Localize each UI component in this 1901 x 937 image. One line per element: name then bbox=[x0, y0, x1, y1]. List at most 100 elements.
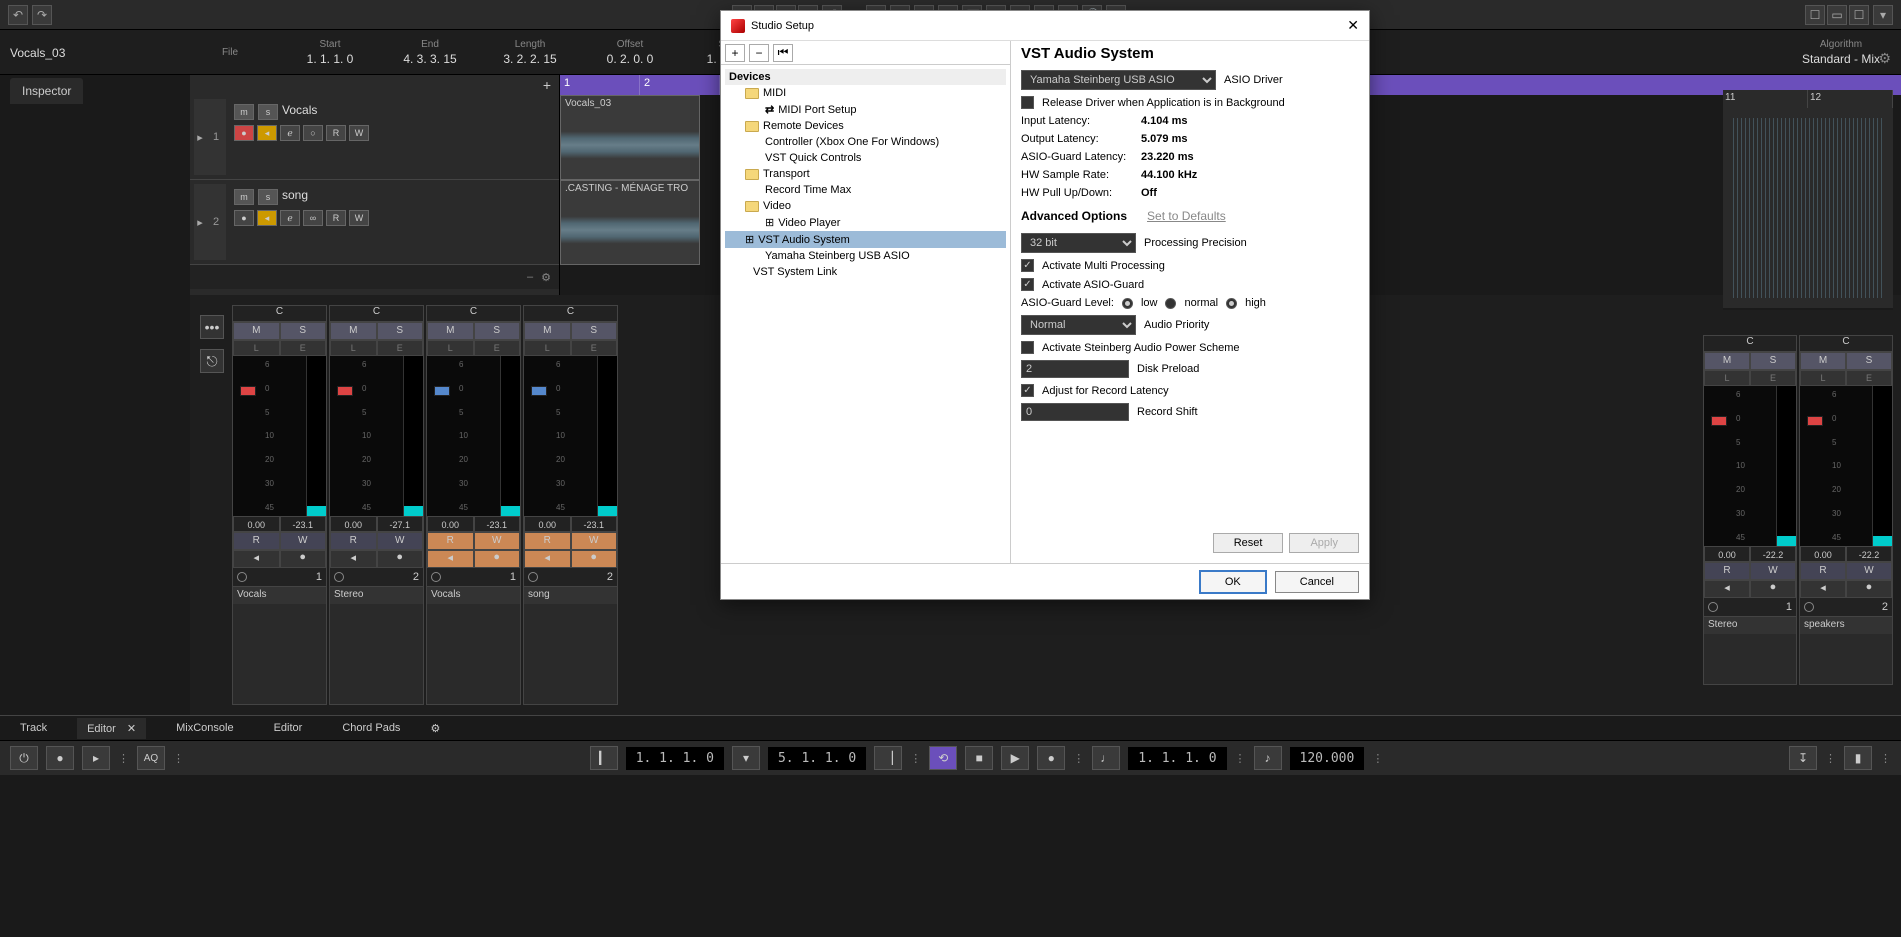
solo-button[interactable]: S bbox=[280, 322, 327, 340]
channel-output[interactable]: 1 bbox=[1704, 598, 1796, 616]
metronome-icon[interactable]: ▸ bbox=[82, 746, 110, 770]
multi-processing-checkbox[interactable]: ✓ bbox=[1021, 259, 1034, 272]
mute-button[interactable]: M bbox=[233, 322, 280, 340]
solo-button[interactable]: s bbox=[258, 104, 278, 120]
write-button[interactable]: W bbox=[1846, 562, 1892, 580]
left-locator-display[interactable]: 1. 1. 1. 0 bbox=[626, 747, 724, 770]
record-button[interactable]: ● bbox=[1750, 580, 1796, 598]
pan-display[interactable]: C bbox=[1800, 336, 1892, 352]
undo-icon[interactable]: ↶ bbox=[8, 5, 28, 25]
listen-button[interactable]: L bbox=[1800, 370, 1846, 386]
peak-value[interactable]: -23.1 bbox=[280, 516, 327, 532]
add-device-icon[interactable]: + bbox=[725, 44, 745, 62]
click-icon[interactable]: ♪ bbox=[1254, 746, 1282, 770]
freeze-button[interactable]: ∞ bbox=[303, 210, 323, 226]
write-button[interactable]: W bbox=[349, 210, 369, 226]
record-button[interactable]: ● bbox=[280, 550, 327, 568]
tree-item-midi[interactable]: MIDI bbox=[725, 85, 1006, 101]
cancel-button[interactable]: Cancel bbox=[1275, 571, 1359, 593]
mute-button[interactable]: M bbox=[427, 322, 474, 340]
solo-button[interactable]: S bbox=[474, 322, 521, 340]
edit-button[interactable]: E bbox=[280, 340, 327, 356]
meter-icon[interactable]: ▮ bbox=[1844, 746, 1872, 770]
ok-button[interactable]: OK bbox=[1199, 570, 1267, 594]
stop-button[interactable]: ■ bbox=[965, 746, 993, 770]
pan-display[interactable]: C bbox=[427, 306, 520, 322]
fader-track[interactable] bbox=[427, 356, 457, 516]
tab-chordpads[interactable]: Chord Pads bbox=[332, 718, 410, 738]
fader-handle[interactable] bbox=[434, 386, 450, 396]
fader-track[interactable] bbox=[330, 356, 360, 516]
edit-button[interactable]: ℯ bbox=[280, 125, 300, 141]
record-shift-input[interactable] bbox=[1021, 403, 1129, 421]
monitor-button[interactable]: ◂ bbox=[257, 210, 277, 226]
write-button[interactable]: W bbox=[474, 532, 521, 550]
track-row[interactable]: ▸ 1 m s Vocals ● ◂ ℯ ○ R bbox=[190, 95, 559, 180]
tree-item-transport[interactable]: Transport bbox=[725, 166, 1006, 182]
tree-item-video[interactable]: Video bbox=[725, 198, 1006, 214]
aq-button[interactable]: AQ bbox=[137, 746, 165, 770]
monitor-button[interactable]: ◂ bbox=[1704, 580, 1750, 598]
read-button[interactable]: R bbox=[1800, 562, 1846, 580]
edit-button[interactable]: ℯ bbox=[280, 210, 300, 226]
precision-select[interactable]: 32 bit bbox=[1021, 233, 1136, 253]
write-button[interactable]: W bbox=[280, 532, 327, 550]
chevron-down-icon[interactable]: ▾ bbox=[732, 746, 760, 770]
start-value[interactable]: 1. 1. 1. 0 bbox=[280, 52, 380, 66]
disk-preload-input[interactable] bbox=[1021, 360, 1129, 378]
solo-button[interactable]: S bbox=[1846, 352, 1892, 370]
gear-icon[interactable]: ⚙ bbox=[430, 722, 440, 735]
layout-2-icon[interactable]: ▭ bbox=[1827, 5, 1847, 25]
tree-item-midi-port[interactable]: ⇄ MIDI Port Setup bbox=[725, 101, 1006, 118]
remove-device-icon[interactable]: − bbox=[749, 44, 769, 62]
cycle-button[interactable]: ⟲ bbox=[929, 746, 957, 770]
layout-1-icon[interactable]: ☐ bbox=[1805, 5, 1825, 25]
fader-handle[interactable] bbox=[531, 386, 547, 396]
mute-button[interactable]: m bbox=[234, 104, 254, 120]
length-value[interactable]: 3. 2. 2. 15 bbox=[480, 52, 580, 66]
write-button[interactable]: W bbox=[377, 532, 424, 550]
close-icon[interactable]: ✕ bbox=[127, 723, 136, 735]
pan-display[interactable]: C bbox=[233, 306, 326, 322]
reset-button[interactable]: Reset bbox=[1213, 533, 1284, 553]
record-button[interactable]: ● bbox=[1037, 746, 1065, 770]
asio-guard-checkbox[interactable]: ✓ bbox=[1021, 278, 1034, 291]
monitor-button[interactable]: ◂ bbox=[427, 550, 474, 568]
edit-button[interactable]: E bbox=[571, 340, 618, 356]
power-icon[interactable]: ⏻ bbox=[10, 746, 38, 770]
solo-button[interactable]: S bbox=[377, 322, 424, 340]
close-icon[interactable]: ✕ bbox=[1347, 17, 1359, 34]
tree-item-remote[interactable]: Remote Devices bbox=[725, 118, 1006, 134]
read-button[interactable]: R bbox=[427, 532, 474, 550]
channel-name[interactable]: song bbox=[524, 586, 617, 604]
power-scheme-checkbox[interactable] bbox=[1021, 341, 1034, 354]
monitor-button[interactable]: ◂ bbox=[1800, 580, 1846, 598]
tree-item-yamaha[interactable]: Yamaha Steinberg USB ASIO bbox=[725, 248, 1006, 264]
volume-value[interactable]: 0.00 bbox=[1800, 546, 1846, 562]
gear-icon[interactable]: ⚙ bbox=[1878, 50, 1891, 67]
inspector-tab[interactable]: Inspector bbox=[10, 78, 83, 104]
waveform[interactable] bbox=[1723, 108, 1893, 308]
rewind-icon[interactable]: ⏮ bbox=[773, 44, 793, 62]
add-track-icon[interactable]: + bbox=[543, 77, 551, 93]
tree-item-video-player[interactable]: ⊞ Video Player bbox=[725, 214, 1006, 231]
tab-editor2[interactable]: Editor bbox=[264, 718, 313, 738]
channel-output[interactable]: 2 bbox=[330, 568, 423, 586]
peak-value[interactable]: -23.1 bbox=[571, 516, 618, 532]
dash-icon[interactable]: – bbox=[527, 271, 533, 283]
solo-button[interactable]: S bbox=[571, 322, 618, 340]
pan-display[interactable]: C bbox=[330, 306, 423, 322]
redo-icon[interactable]: ↷ bbox=[32, 5, 52, 25]
tempo-display[interactable]: 120.000 bbox=[1290, 747, 1365, 770]
read-button[interactable]: R bbox=[330, 532, 377, 550]
channel-name[interactable]: Vocals bbox=[427, 586, 520, 604]
channel-name[interactable]: Vocals bbox=[233, 586, 326, 604]
track-name[interactable]: Vocals bbox=[282, 103, 317, 117]
volume-value[interactable]: 0.00 bbox=[330, 516, 377, 532]
channel-name[interactable]: Stereo bbox=[1704, 616, 1796, 634]
monitor-button[interactable]: ◂ bbox=[524, 550, 571, 568]
channel-name[interactable]: speakers bbox=[1800, 616, 1892, 634]
monitor-button[interactable]: ◂ bbox=[233, 550, 280, 568]
mute-button[interactable]: m bbox=[234, 189, 254, 205]
tree-item-controller[interactable]: Controller (Xbox One For Windows) bbox=[725, 134, 1006, 150]
